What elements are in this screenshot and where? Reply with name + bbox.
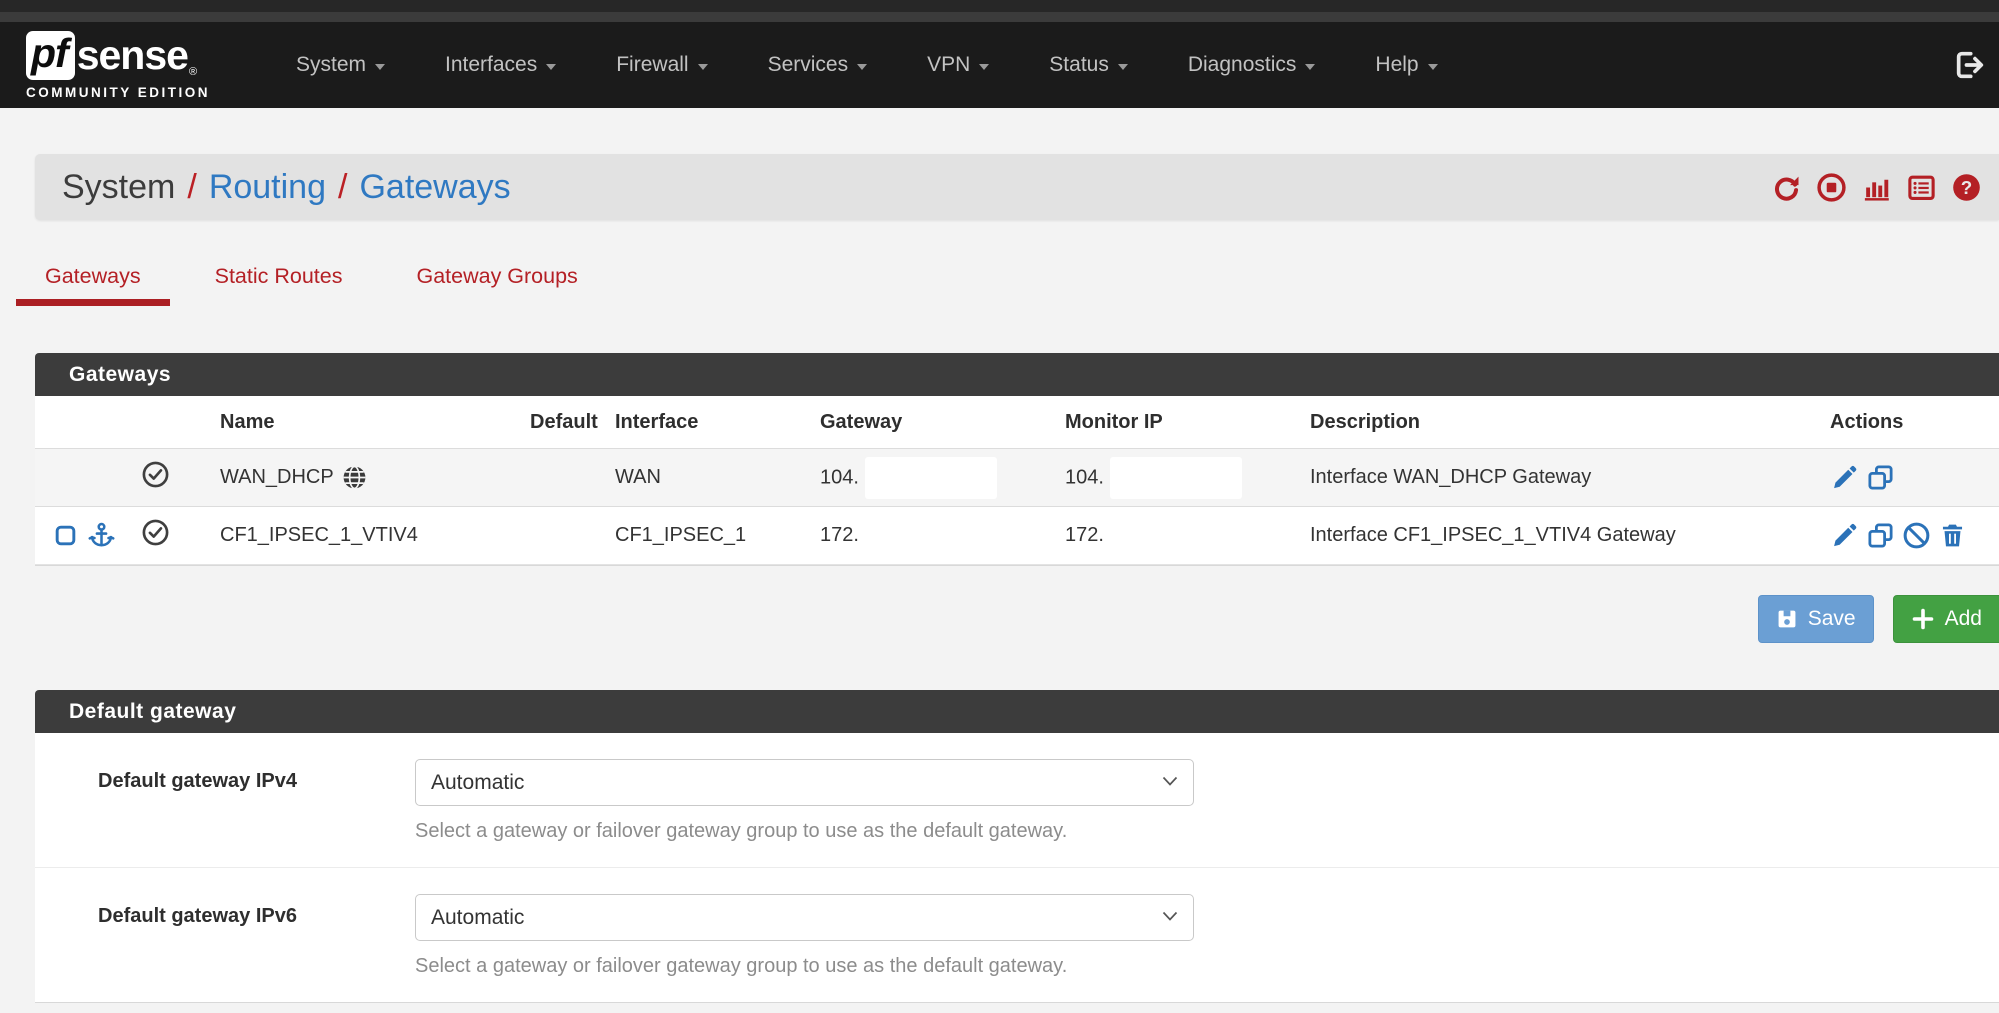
gateway-name: CF1_IPSEC_1_VTIV4 xyxy=(220,524,418,547)
default-cell xyxy=(510,507,595,565)
col-interface: Interface xyxy=(595,396,810,449)
breadcrumb-separator: / xyxy=(187,168,196,207)
description-cell: Interface CF1_IPSEC_1_VTIV4 Gateway xyxy=(1300,507,1795,565)
window-chrome-strip xyxy=(0,0,1999,12)
add-button[interactable]: Add xyxy=(1893,595,1999,643)
gateway-name: WAN_DHCP xyxy=(220,466,334,489)
ipv4-label: Default gateway IPv4 xyxy=(98,759,415,793)
nav-item-firewall[interactable]: Firewall xyxy=(616,53,707,77)
default-gateway-ipv4-select[interactable]: Automatic xyxy=(415,759,1194,806)
edit-pencil-icon[interactable] xyxy=(1830,463,1859,492)
monitor-ip-cell: 104. xyxy=(1055,449,1300,507)
col-gateway: Gateway xyxy=(810,396,1055,449)
col-description: Description xyxy=(1300,396,1795,449)
check-circle-icon xyxy=(141,518,170,547)
table-actions-row: Save Add xyxy=(0,595,1999,643)
default-cell xyxy=(510,449,595,507)
window-chrome-strip-2 xyxy=(0,12,1999,22)
default-gateway-panel: Default gateway Default gateway IPv4 Aut… xyxy=(0,690,1999,1003)
tab-gateway-groups[interactable]: Gateway Groups xyxy=(387,264,606,306)
edit-pencil-icon[interactable] xyxy=(1830,521,1859,550)
caret-down-icon xyxy=(1305,64,1315,70)
breadcrumb-section: System xyxy=(62,168,175,207)
tab-static-routes[interactable]: Static Routes xyxy=(186,264,372,306)
table-row-wan-dhcp: WAN_DHCP WAN 104. 104. Interface WAN_DHC… xyxy=(35,449,1999,507)
save-floppy-icon xyxy=(1776,608,1798,630)
copy-icon[interactable] xyxy=(1866,463,1895,492)
table-row-cf1-ipsec: CF1_IPSEC_1_VTIV4 CF1_IPSEC_1 172. 172. … xyxy=(35,507,1999,565)
help-circle-icon[interactable]: ? xyxy=(1951,172,1982,203)
ipv6-label: Default gateway IPv6 xyxy=(98,894,415,928)
interface-cell: WAN xyxy=(595,449,810,507)
gateways-panel: Gateways Name Default Interface Gateway … xyxy=(0,353,1999,643)
col-actions: Actions xyxy=(1795,396,1999,449)
logo-registered-mark: ® xyxy=(189,67,197,78)
tab-gateways[interactable]: Gateways xyxy=(16,264,170,306)
ipv4-help-text: Select a gateway or failover gateway gro… xyxy=(415,820,1999,843)
breadcrumb-actions: ? xyxy=(1771,172,1982,203)
logo-pf: pf xyxy=(26,31,75,80)
default-gateway-ipv6-row: Default gateway IPv6 Automatic Select a … xyxy=(35,867,1999,1002)
save-button[interactable]: Save xyxy=(1758,595,1874,643)
breadcrumb-link-gateways[interactable]: Gateways xyxy=(359,168,510,207)
caret-down-icon xyxy=(698,64,708,70)
gateway-cell: 172. xyxy=(810,507,1055,565)
table-header-row: Name Default Interface Gateway Monitor I… xyxy=(35,396,1999,449)
gateways-table: Name Default Interface Gateway Monitor I… xyxy=(35,396,1999,566)
col-default: Default xyxy=(510,396,595,449)
redaction-box xyxy=(1110,457,1242,499)
gateway-cell: 104. xyxy=(810,449,1055,507)
top-navbar: pfsense® COMMUNITY EDITION System Interf… xyxy=(0,22,1999,108)
description-cell: Interface WAN_DHCP Gateway xyxy=(1300,449,1795,507)
log-list-icon[interactable] xyxy=(1906,172,1937,203)
stop-circle-icon[interactable] xyxy=(1816,172,1847,203)
redaction-box xyxy=(865,457,997,499)
caret-down-icon xyxy=(979,64,989,70)
anchor-icon[interactable] xyxy=(87,521,116,550)
caret-down-icon xyxy=(857,64,867,70)
copy-icon[interactable] xyxy=(1866,521,1895,550)
caret-down-icon xyxy=(546,64,556,70)
checkbox-icon[interactable] xyxy=(53,523,78,548)
nav-item-help[interactable]: Help xyxy=(1375,53,1437,77)
breadcrumb-separator: / xyxy=(338,168,347,207)
breadcrumb-link-routing[interactable]: Routing xyxy=(209,168,326,207)
bar-chart-icon[interactable] xyxy=(1861,172,1892,203)
ipv6-help-text: Select a gateway or failover gateway gro… xyxy=(415,955,1999,978)
nav-item-status[interactable]: Status xyxy=(1049,53,1128,77)
interface-cell: CF1_IPSEC_1 xyxy=(595,507,810,565)
default-gateway-ipv6-select[interactable]: Automatic xyxy=(415,894,1194,941)
nav-item-services[interactable]: Services xyxy=(768,53,868,77)
nav-item-system[interactable]: System xyxy=(296,53,385,77)
monitor-ip-cell: 172. xyxy=(1055,507,1300,565)
default-gateway-title: Default gateway xyxy=(35,690,1999,733)
nav-item-interfaces[interactable]: Interfaces xyxy=(445,53,556,77)
col-name: Name xyxy=(200,396,510,449)
breadcrumb: System / Routing / Gateways xyxy=(62,168,511,207)
check-circle-icon xyxy=(141,460,170,489)
plus-icon xyxy=(1911,607,1935,631)
caret-down-icon xyxy=(375,64,385,70)
routing-tabs: Gateways Static Routes Gateway Groups xyxy=(16,264,1999,306)
svg-text:?: ? xyxy=(1961,176,1972,197)
breadcrumb-bar: System / Routing / Gateways ? xyxy=(35,154,1999,220)
nav-item-diagnostics[interactable]: Diagnostics xyxy=(1188,53,1316,77)
ban-icon[interactable] xyxy=(1902,521,1931,550)
pfsense-logo[interactable]: pfsense® COMMUNITY EDITION xyxy=(26,31,210,100)
gateways-panel-title: Gateways xyxy=(35,353,1999,396)
nav-menu: System Interfaces Firewall Services VPN … xyxy=(296,53,1438,77)
globe-icon xyxy=(341,464,368,491)
caret-down-icon xyxy=(1118,64,1128,70)
logo-sense: sense xyxy=(77,35,188,76)
logo-tagline: COMMUNITY EDITION xyxy=(26,85,210,100)
default-gateway-ipv4-row: Default gateway IPv4 Automatic Select a … xyxy=(35,733,1999,867)
refresh-icon[interactable] xyxy=(1771,172,1802,203)
caret-down-icon xyxy=(1428,64,1438,70)
sign-out-icon[interactable] xyxy=(1953,48,1987,82)
trash-icon[interactable] xyxy=(1938,521,1967,550)
nav-item-vpn[interactable]: VPN xyxy=(927,53,989,77)
col-monitor-ip: Monitor IP xyxy=(1055,396,1300,449)
